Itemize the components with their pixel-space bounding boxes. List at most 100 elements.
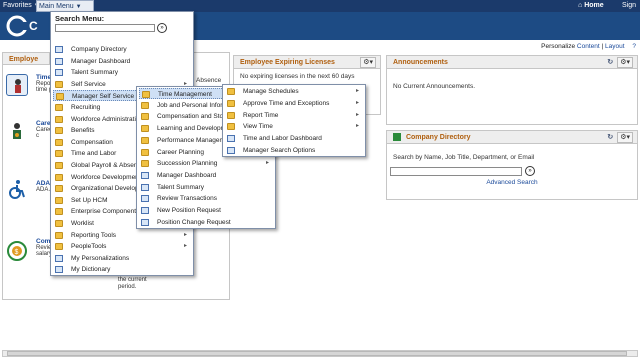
menu-item-company-directory[interactable]: Company Directory: [53, 44, 192, 55]
gear-icon[interactable]: ⚙▾: [617, 57, 633, 68]
menu-item-reporting-tools[interactable]: Reporting Tools ▸: [53, 230, 192, 241]
sign-out-link[interactable]: Sign: [622, 0, 636, 12]
folder-icon: [227, 99, 235, 107]
menu-item-talent-summary[interactable]: Talent Summary: [53, 67, 192, 78]
menu-item-peopletools[interactable]: PeopleTools ▸: [53, 241, 192, 252]
folder-icon: [141, 160, 149, 168]
chevron-right-icon: ▸: [266, 160, 270, 167]
home-label: Home: [584, 2, 604, 9]
folder-icon: [55, 185, 63, 193]
folder-icon: [141, 125, 149, 133]
folder-icon: [55, 104, 63, 111]
menu-item-my-dictionary[interactable]: My Dictionary: [53, 264, 192, 275]
chevron-right-icon: ▸: [356, 123, 360, 130]
menu-item-label: Manager Search Options: [243, 147, 316, 154]
menu-item-label: Enterprise Components: [71, 208, 140, 216]
refresh-icon[interactable]: ↻: [607, 59, 613, 66]
search-go-icon[interactable]: »: [157, 23, 167, 33]
menu-item-review-transactions[interactable]: Review Transactions: [139, 193, 274, 204]
page-icon: [55, 57, 63, 65]
menu-item-position-change-request[interactable]: Position Change Request: [139, 217, 274, 228]
menu-item-label: My Personalizations: [71, 254, 130, 262]
pagelet-actions: ↻ ⚙▾: [607, 56, 633, 69]
scrollbar-thumb[interactable]: [7, 351, 627, 356]
folder-icon: [141, 101, 149, 109]
announcements-pagelet: Announcements ↻ ⚙▾ No Current Announceme…: [386, 55, 638, 125]
help-icon[interactable]: ?: [632, 43, 636, 50]
main-menu-label: Main Menu: [39, 3, 74, 10]
chevron-right-icon: ▸: [356, 88, 360, 94]
chevron-right-icon: ▸: [184, 243, 188, 250]
menu-item-view-time[interactable]: View Time ▸: [225, 121, 364, 132]
advanced-search-link[interactable]: Advanced Search: [387, 179, 637, 186]
page-icon: [55, 254, 63, 262]
licenses-pagelet-header: Employee Expiring Licenses ⚙▾: [234, 56, 380, 69]
menu-item-new-position-request[interactable]: New Position Request: [139, 205, 274, 216]
folder-icon: [55, 80, 63, 88]
menu-item-label: Review Transactions: [157, 195, 217, 203]
folder-icon: [142, 91, 150, 98]
page-icon: [141, 171, 149, 179]
employee-pagelet-title: Employe: [2, 52, 50, 65]
home-icon: ⌂: [578, 2, 583, 9]
directory-search-label: Search by Name, Job Title, Department, o…: [393, 154, 535, 161]
menu-item-talent-summary[interactable]: Talent Summary: [139, 182, 274, 193]
menu-item-approve-time-and-exceptions[interactable]: Approve Time and Exceptions ▸: [225, 98, 364, 109]
refresh-icon[interactable]: ↻: [607, 134, 613, 141]
menu-item-my-personalizations[interactable]: My Personalizations: [53, 253, 192, 264]
menu-item-manager-dashboard[interactable]: Manager Dashboard: [139, 170, 274, 181]
menu-item-report-time[interactable]: Report Time ▸: [225, 110, 364, 121]
svg-text:$: $: [15, 249, 19, 256]
gear-icon[interactable]: ⚙▾: [617, 132, 633, 143]
separator: |: [601, 43, 604, 50]
folder-icon: [55, 243, 63, 251]
folder-icon: [227, 123, 235, 131]
directory-title: Company Directory: [405, 134, 471, 141]
menu-item-manager-dashboard[interactable]: Manager Dashboard: [53, 56, 192, 67]
pagelet-actions: ↻ ⚙▾: [607, 131, 633, 144]
time-icon: [6, 74, 28, 96]
menu-item-label: Workforce Development: [71, 173, 141, 181]
menu-item-time-and-labor-dashboard[interactable]: Time and Labor Dashboard: [225, 133, 364, 144]
time-management-submenu: Manage Schedules ▸ Approve Time and Except…: [222, 84, 366, 157]
menu-item-label: Company Directory: [71, 46, 127, 53]
directory-search-input[interactable]: [390, 167, 522, 176]
folder-icon: [55, 173, 63, 181]
personalize-layout-link[interactable]: Layout: [605, 43, 625, 50]
personalize-content-link[interactable]: Content: [577, 43, 600, 50]
menu-item-label: PeopleTools: [71, 243, 107, 251]
folder-icon: [55, 138, 63, 146]
folder-icon: [55, 208, 63, 216]
menu-item-succession-planning[interactable]: Succession Planning ▸: [139, 158, 274, 169]
gear-icon[interactable]: ⚙▾: [360, 57, 376, 68]
folder-icon: [56, 93, 64, 101]
page-icon: [227, 147, 235, 154]
menu-item-label: Self Service: [71, 80, 106, 88]
favorites-menu[interactable]: Favorites▼: [3, 0, 40, 12]
menu-item-label: Manager Dashboard: [157, 171, 217, 179]
chevron-right-icon: ▸: [184, 231, 188, 238]
menu-item-manager-search-options[interactable]: Manager Search Options: [225, 145, 364, 156]
folder-icon: [141, 113, 149, 121]
announcements-header: Announcements ↻ ⚙▾: [387, 56, 637, 69]
horizontal-scrollbar[interactable]: [2, 350, 638, 357]
menu-item-label: Position Change Request: [157, 218, 231, 226]
menu-item-label: Talent Summary: [157, 183, 204, 191]
folder-icon: [55, 115, 63, 123]
menu-item-label: Manager Self Service: [72, 93, 135, 101]
search-menu-input[interactable]: [55, 24, 155, 32]
menu-item-label: View Time: [243, 123, 273, 131]
menu-item-label: Workforce Administration: [71, 115, 144, 123]
pagelet-actions: ⚙▾: [358, 56, 376, 69]
personalize-label: Personalize: [541, 43, 576, 50]
absence-label: Absence: [196, 77, 222, 84]
page-icon: [141, 183, 149, 191]
menu-item-manage-schedules[interactable]: Manage Schedules ▸: [225, 86, 364, 97]
home-link[interactable]: ⌂ Home: [578, 0, 604, 12]
menu-item-label: Set Up HCM: [71, 196, 108, 204]
menu-item-label: Global Payroll & Absence: [71, 162, 145, 169]
licenses-title: Employee Expiring Licenses: [240, 59, 335, 66]
announcements-title: Announcements: [393, 59, 448, 66]
page-icon: [55, 69, 63, 77]
search-go-icon[interactable]: »: [525, 166, 535, 176]
